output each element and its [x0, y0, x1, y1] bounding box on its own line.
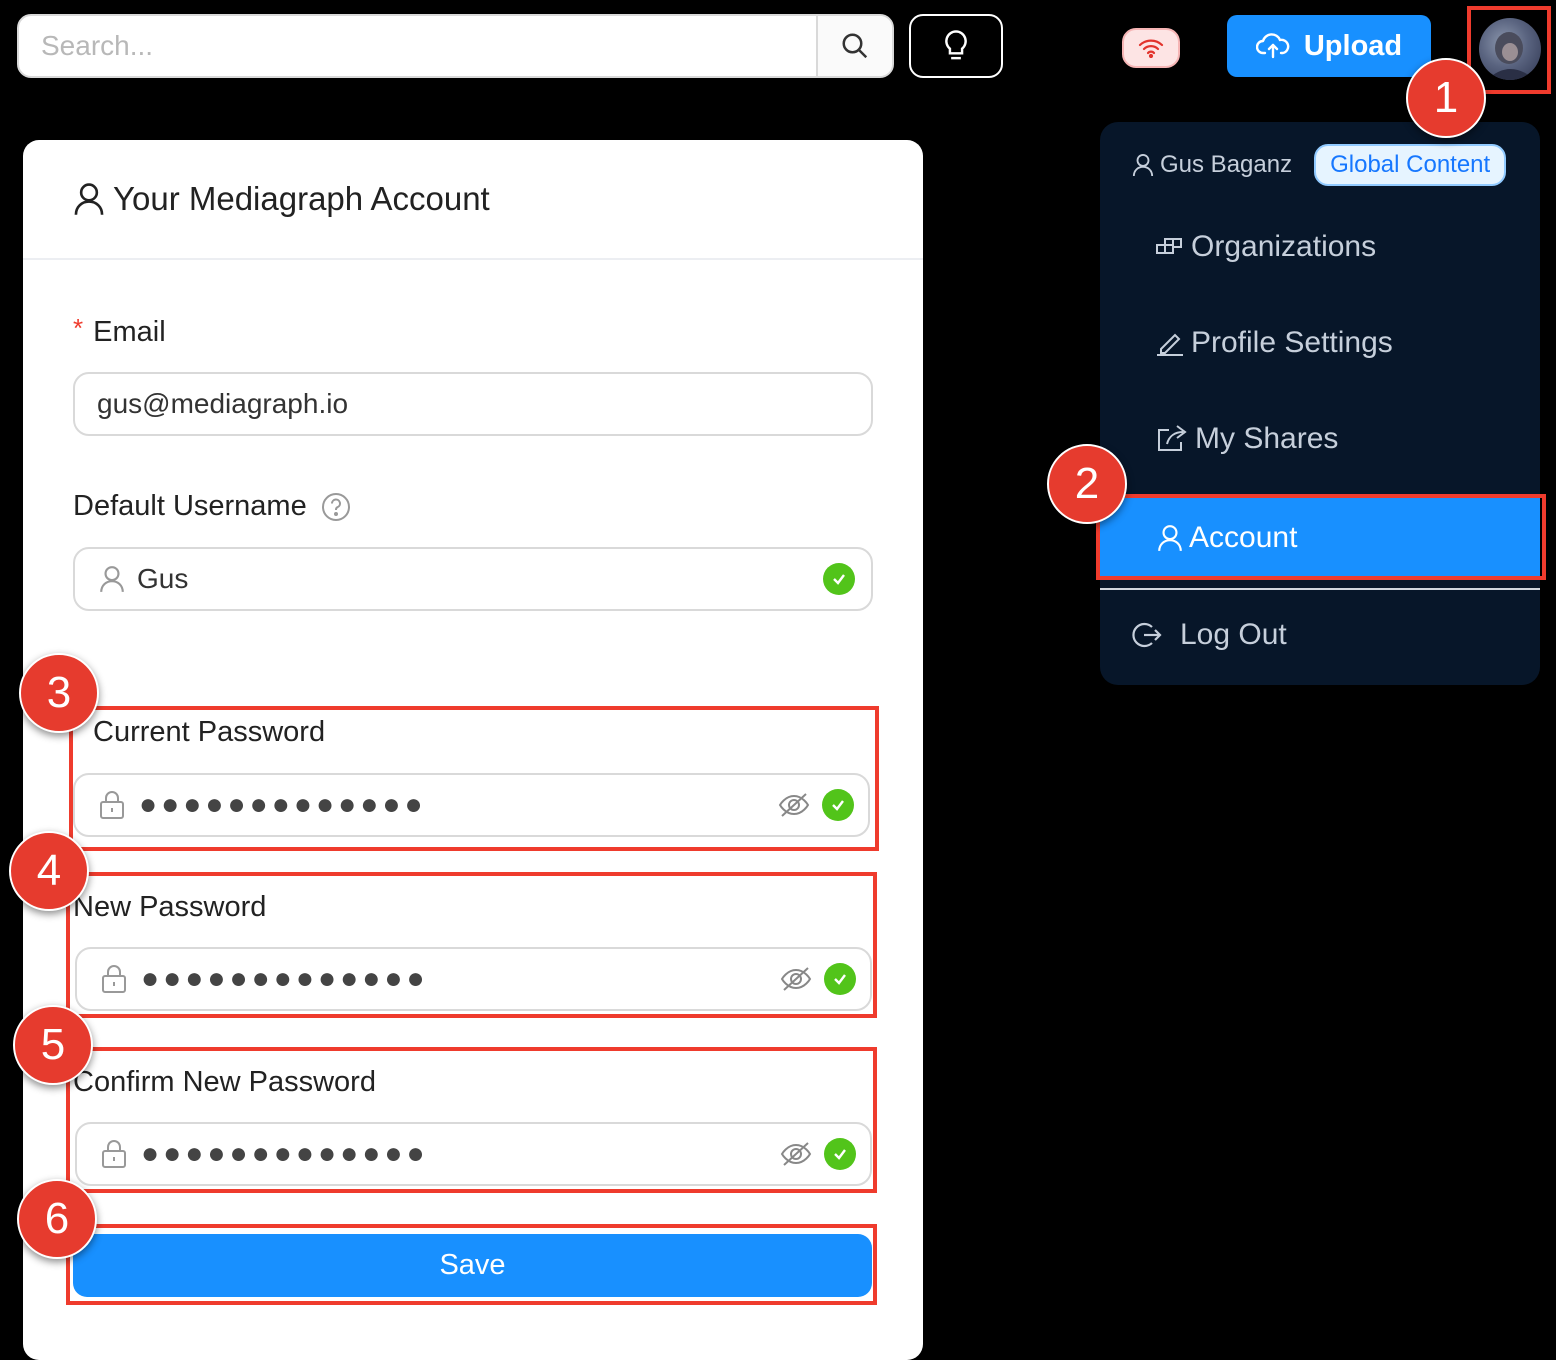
organizations-icon: [1156, 238, 1182, 254]
share-icon: [1158, 425, 1187, 451]
menu-item-label: My Shares: [1195, 422, 1339, 455]
step-marker-1: 1: [1406, 58, 1486, 138]
username-label-row: Default Username: [73, 490, 351, 523]
search-button[interactable]: [816, 16, 892, 76]
upload-button[interactable]: Upload: [1227, 15, 1431, 77]
tips-button[interactable]: [909, 14, 1003, 78]
help-icon[interactable]: [321, 492, 351, 522]
connection-status-button[interactable]: [1122, 28, 1180, 68]
menu-item-label: Profile Settings: [1191, 326, 1393, 359]
user-icon: [1132, 154, 1154, 177]
step-marker-6: 6: [17, 1179, 97, 1259]
card-header: Your Mediagraph Account: [23, 140, 923, 260]
menu-item-label: Organizations: [1191, 230, 1377, 263]
user-icon: [100, 566, 124, 593]
user-dropdown-menu: Gus Baganz Global Content Organizations …: [1100, 122, 1540, 685]
lightbulb-icon: [945, 30, 967, 60]
email-label: Email: [93, 316, 166, 348]
new-password-highlight: [66, 872, 877, 1018]
menu-item-profile-settings[interactable]: Profile Settings: [1155, 326, 1393, 360]
email-field[interactable]: gus@mediagraph.io: [73, 372, 873, 436]
global-content-badge[interactable]: Global Content: [1314, 144, 1507, 186]
current-password-highlight: [69, 706, 879, 851]
menu-divider: [1100, 588, 1540, 590]
required-mark: *: [73, 313, 84, 343]
user-icon: [74, 183, 104, 215]
menu-user-name: Gus Baganz: [1160, 151, 1293, 178]
email-label-row: * Email: [73, 313, 166, 349]
step-marker-2: 2: [1047, 444, 1127, 524]
username-value: Gus: [137, 563, 189, 594]
upload-label: Upload: [1303, 29, 1403, 62]
confirm-password-highlight: [66, 1047, 877, 1193]
menu-item-log-out[interactable]: Log Out: [1130, 618, 1287, 652]
search-bar: [17, 14, 894, 78]
menu-item-label: Log Out: [1180, 618, 1287, 651]
page-title: Your Mediagraph Account: [113, 180, 490, 217]
menu-user-row: Gus Baganz Global Content: [1132, 144, 1507, 186]
wifi-icon: [1138, 39, 1164, 58]
menu-item-my-shares[interactable]: My Shares: [1155, 422, 1338, 456]
menu-item-organizations[interactable]: Organizations: [1155, 230, 1376, 264]
valid-check-icon: [823, 563, 855, 595]
step-marker-5: 5: [13, 1005, 93, 1085]
step-marker-3: 3: [19, 653, 99, 733]
logout-icon: [1132, 622, 1162, 648]
cloud-upload-icon: [1255, 33, 1290, 59]
save-highlight: [66, 1224, 877, 1305]
search-input[interactable]: [19, 16, 816, 76]
search-icon: [842, 33, 868, 59]
username-field[interactable]: Gus: [73, 547, 873, 611]
email-value: gus@mediagraph.io: [97, 388, 349, 419]
step-marker-4: 4: [9, 831, 89, 911]
edit-icon: [1157, 333, 1183, 356]
account-highlight: [1096, 494, 1546, 580]
username-label: Default Username: [73, 490, 307, 522]
